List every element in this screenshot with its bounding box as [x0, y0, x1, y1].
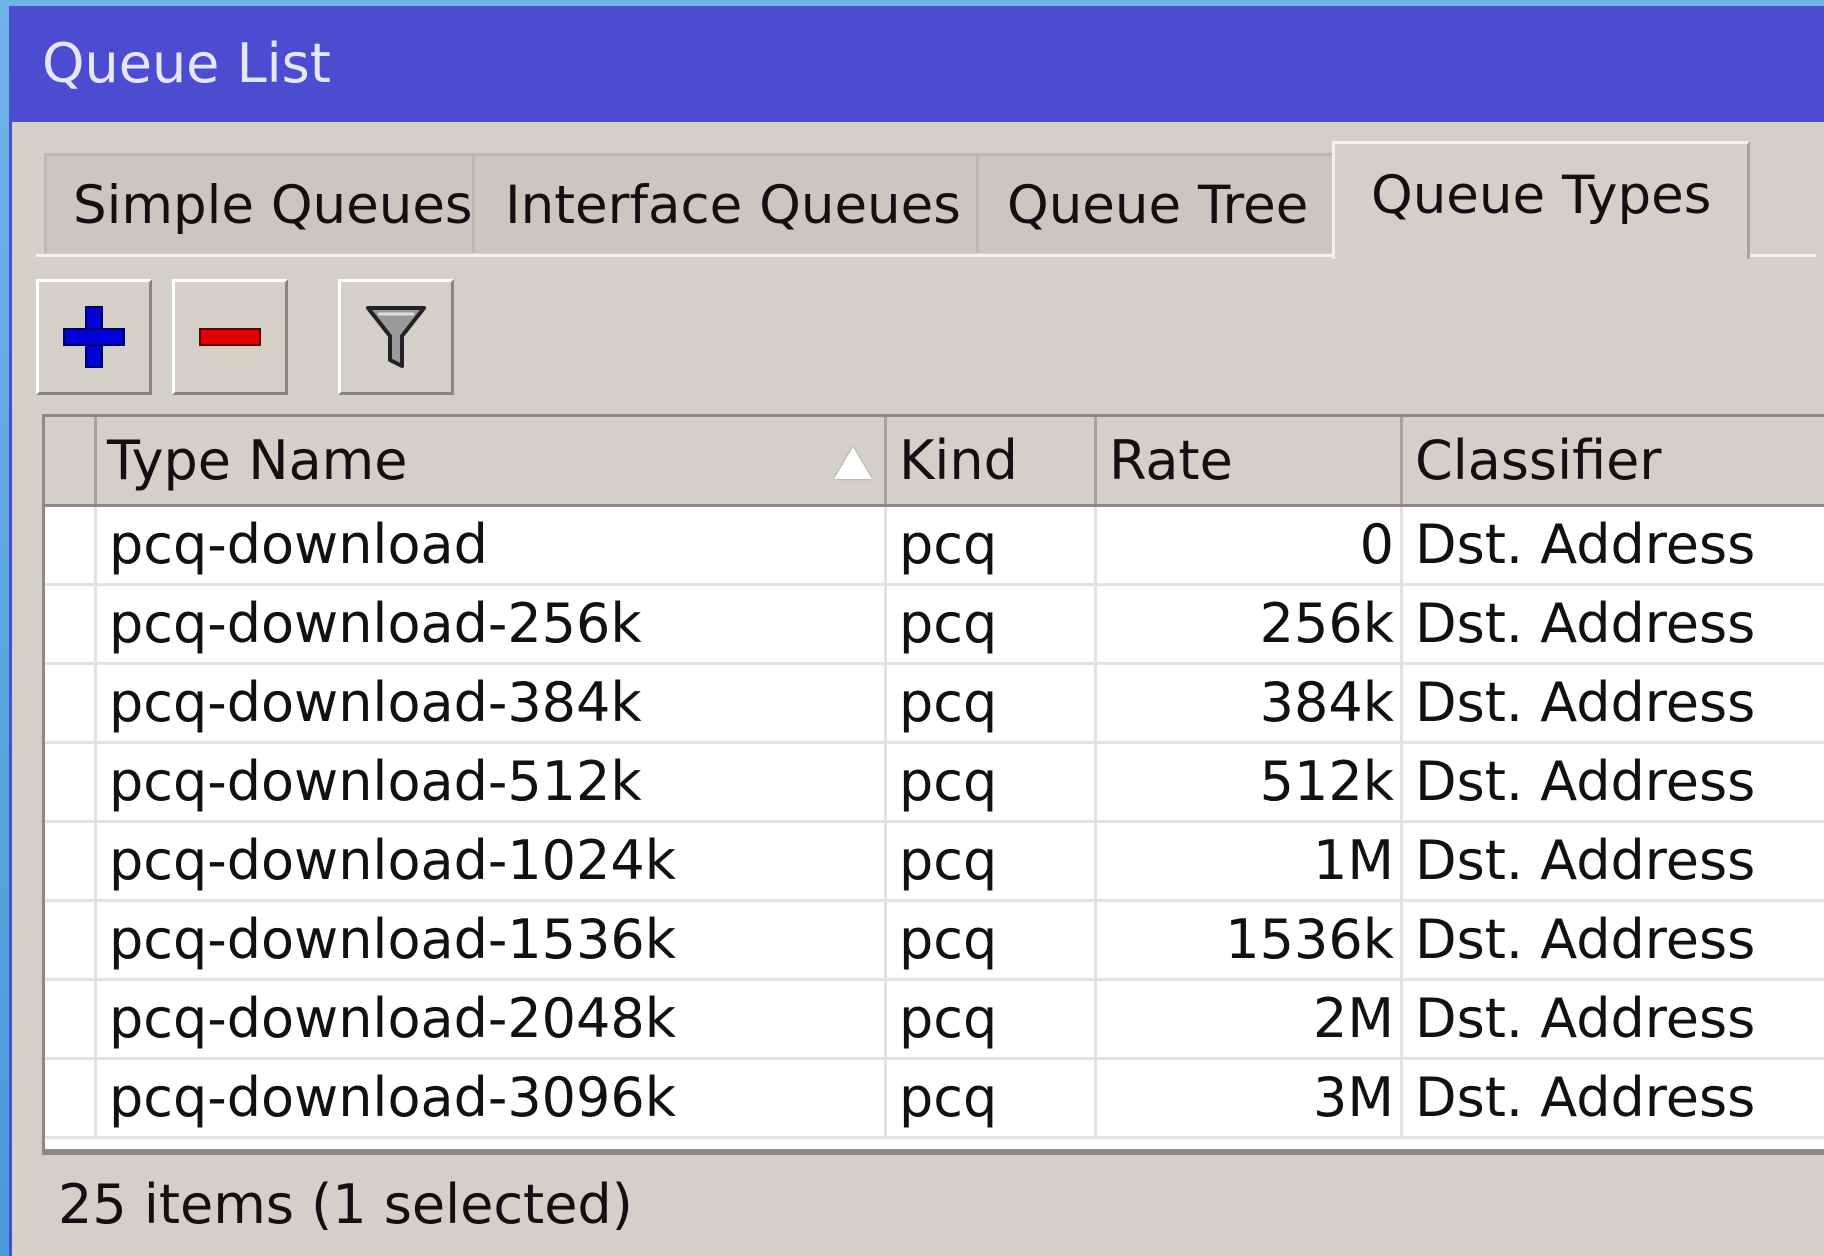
cell-classifier: Dst. Address: [1403, 586, 1824, 662]
cell-kind: pcq: [887, 744, 1097, 820]
cell-kind: pcq: [887, 1060, 1097, 1136]
funnel-icon: [366, 306, 426, 368]
table-row[interactable]: pcq-download-2048k pcq 2M Dst. Address: [45, 981, 1824, 1060]
cell-type-name: pcq-download-512k: [97, 744, 887, 820]
header-selector[interactable]: [45, 417, 97, 504]
row-selector: [45, 586, 97, 662]
table-row[interactable]: pcq-download-1536k pcq 1536k Dst. Addres…: [45, 902, 1824, 981]
cell-rate: 2M: [1097, 981, 1403, 1057]
cell-kind: pcq: [887, 823, 1097, 899]
cell-classifier: Dst. Address: [1403, 823, 1824, 899]
minus-icon: [199, 328, 261, 346]
row-selector: [45, 665, 97, 741]
cell-type-name: pcq-download-2048k: [97, 981, 887, 1057]
add-button[interactable]: [36, 279, 152, 395]
row-selector: [45, 1060, 97, 1136]
filter-button[interactable]: [338, 279, 454, 395]
cell-rate: 3M: [1097, 1060, 1403, 1136]
cell-rate: 1536k: [1097, 902, 1403, 978]
header-type-name[interactable]: Type Name: [97, 417, 887, 504]
cell-classifier: Dst. Address: [1403, 665, 1824, 741]
cell-kind: pcq: [887, 586, 1097, 662]
sort-asc-icon: [834, 447, 872, 479]
cell-rate: 1M: [1097, 823, 1403, 899]
queue-types-table: Type Name Kind Rate Classifier pcq-downl…: [42, 414, 1824, 1152]
table-row[interactable]: pcq-download-1024k pcq 1M Dst. Address: [45, 823, 1824, 902]
table-row[interactable]: pcq-download-384k pcq 384k Dst. Address: [45, 665, 1824, 744]
table-row[interactable]: pcq-download-3096k pcq 3M Dst. Address: [45, 1060, 1824, 1139]
table-header: Type Name Kind Rate Classifier: [45, 417, 1824, 507]
cell-type-name: pcq-download-1024k: [97, 823, 887, 899]
cell-classifier: Dst. Address: [1403, 981, 1824, 1057]
cell-kind: pcq: [887, 981, 1097, 1057]
cell-kind: pcq: [887, 507, 1097, 583]
cell-type-name: pcq-download-256k: [97, 586, 887, 662]
tab-interface-queues[interactable]: Interface Queues: [472, 153, 980, 253]
header-kind[interactable]: Kind: [887, 417, 1097, 504]
row-selector: [45, 981, 97, 1057]
remove-button[interactable]: [172, 279, 288, 395]
cell-rate: 0: [1097, 507, 1403, 583]
cell-kind: pcq: [887, 902, 1097, 978]
table-row[interactable]: pcq-download-512k pcq 512k Dst. Address: [45, 744, 1824, 823]
cell-rate: 512k: [1097, 744, 1403, 820]
row-selector: [45, 823, 97, 899]
table-row[interactable]: pcq-download-256k pcq 256k Dst. Address: [45, 586, 1824, 665]
plus-icon: [63, 306, 125, 368]
window-title[interactable]: Queue List: [12, 6, 1824, 122]
cell-kind: pcq: [887, 665, 1097, 741]
status-bar: 25 items (1 selected): [42, 1152, 1824, 1256]
tab-bar: Simple Queues Interface Queues Queue Tre…: [36, 141, 1816, 259]
cell-classifier: Dst. Address: [1403, 744, 1824, 820]
row-selector: [45, 902, 97, 978]
cell-classifier: Dst. Address: [1403, 1060, 1824, 1136]
tab-simple-queues[interactable]: Simple Queues: [44, 153, 476, 253]
row-selector: [45, 507, 97, 583]
cell-type-name: pcq-download-3096k: [97, 1060, 887, 1136]
queue-list-window: Queue List Simple Queues Interface Queue…: [9, 6, 1824, 1256]
tab-queue-tree[interactable]: Queue Tree: [976, 153, 1336, 253]
row-selector: [45, 744, 97, 820]
header-type-name-label: Type Name: [107, 429, 408, 492]
cell-classifier: Dst. Address: [1403, 507, 1824, 583]
tab-queue-types[interactable]: Queue Types: [1332, 141, 1750, 259]
cell-type-name: pcq-download-384k: [97, 665, 887, 741]
header-rate[interactable]: Rate: [1097, 417, 1403, 504]
cell-type-name: pcq-download: [97, 507, 887, 583]
cell-type-name: pcq-download-1536k: [97, 902, 887, 978]
cell-rate: 384k: [1097, 665, 1403, 741]
table-row[interactable]: pcq-download pcq 0 Dst. Address: [45, 507, 1824, 586]
header-classifier[interactable]: Classifier: [1403, 417, 1824, 504]
cell-classifier: Dst. Address: [1403, 902, 1824, 978]
cell-rate: 256k: [1097, 586, 1403, 662]
